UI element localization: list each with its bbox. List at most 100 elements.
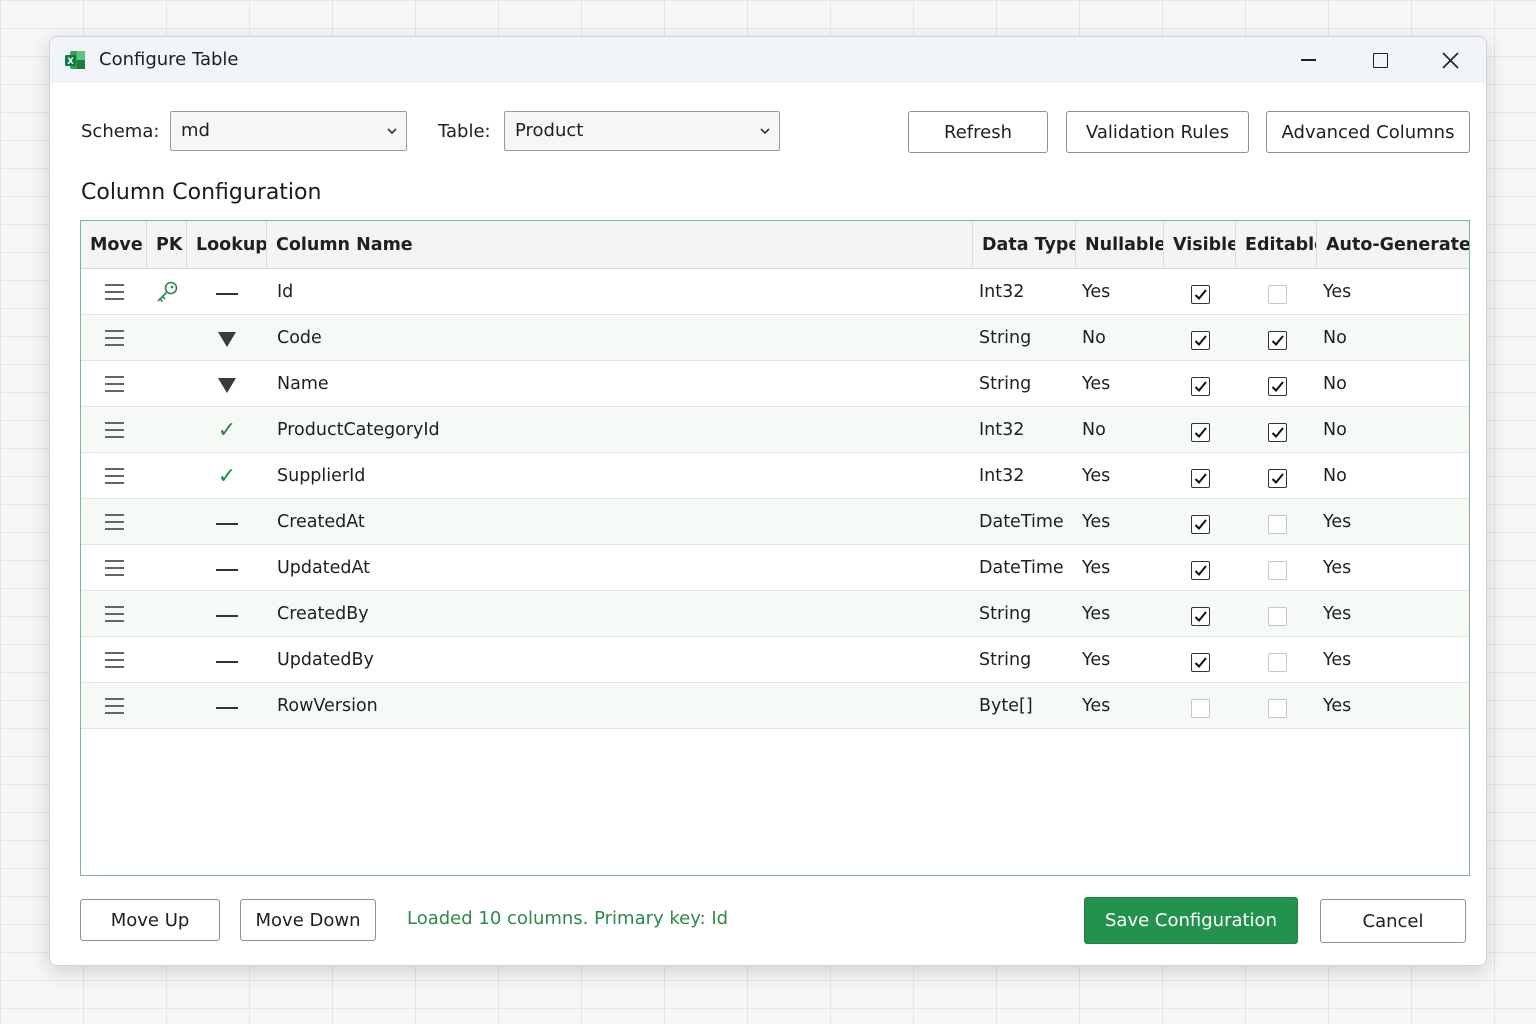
schema-select[interactable]: md xyxy=(170,111,407,151)
chevron-down-icon xyxy=(760,128,770,135)
table-row[interactable]: CreatedBy String Yes Yes xyxy=(81,591,1469,637)
editable-cell xyxy=(1236,269,1318,315)
table-row[interactable]: ✓ SupplierId Int32 Yes No xyxy=(81,453,1469,499)
lookup-cell[interactable] xyxy=(187,499,267,545)
close-icon xyxy=(1441,51,1459,69)
maximize-button[interactable] xyxy=(1350,42,1410,78)
drag-handle[interactable] xyxy=(81,361,147,407)
drag-handle[interactable] xyxy=(81,315,147,361)
column-name-cell: Id xyxy=(277,282,294,302)
header-editable[interactable]: Editable xyxy=(1236,221,1317,269)
table-row[interactable]: ✓ ProductCategoryId Int32 No No xyxy=(81,407,1469,453)
table-select[interactable]: Product xyxy=(504,111,780,151)
checkmark-icon: ✓ xyxy=(217,463,237,489)
header-column-name[interactable]: Column Name xyxy=(267,221,973,269)
table-row[interactable]: CreatedAt DateTime Yes Yes xyxy=(81,499,1469,545)
editable-checkbox[interactable] xyxy=(1267,514,1287,534)
visible-checkbox[interactable] xyxy=(1190,698,1210,718)
lookup-cell[interactable] xyxy=(187,591,267,637)
pk-cell xyxy=(147,545,187,591)
drag-handle[interactable] xyxy=(81,637,147,683)
table-row[interactable]: Id Int32 Yes Yes xyxy=(81,269,1469,315)
drag-handle-icon xyxy=(104,606,124,622)
editable-checkbox[interactable] xyxy=(1267,560,1287,580)
visible-checkbox[interactable] xyxy=(1190,376,1210,396)
drag-handle[interactable] xyxy=(81,269,147,315)
editable-checkbox[interactable] xyxy=(1267,422,1287,442)
move-down-button[interactable]: Move Down xyxy=(240,899,376,941)
editable-cell xyxy=(1236,591,1318,637)
refresh-button[interactable]: Refresh xyxy=(908,111,1048,153)
minimize-button[interactable] xyxy=(1278,42,1338,78)
editable-checkbox[interactable] xyxy=(1267,376,1287,396)
table-row[interactable]: UpdatedAt DateTime Yes Yes xyxy=(81,545,1469,591)
lookup-cell[interactable] xyxy=(187,269,267,315)
table-row[interactable]: RowVersion Byte[] Yes Yes xyxy=(81,683,1469,729)
editable-checkbox[interactable] xyxy=(1267,330,1287,350)
editable-checkbox[interactable] xyxy=(1267,606,1287,626)
visible-checkbox[interactable] xyxy=(1190,606,1210,626)
visible-checkbox[interactable] xyxy=(1190,560,1210,580)
visible-cell xyxy=(1164,453,1236,499)
visible-cell xyxy=(1164,269,1236,315)
pk-cell xyxy=(147,683,187,729)
visible-checkbox[interactable] xyxy=(1190,422,1210,442)
lookup-cell[interactable]: ✓ xyxy=(187,453,267,499)
header-lookup[interactable]: Lookup xyxy=(187,221,267,269)
visible-checkbox[interactable] xyxy=(1190,468,1210,488)
move-up-button[interactable]: Move Up xyxy=(80,899,220,941)
visible-checkbox[interactable] xyxy=(1190,284,1210,304)
drag-handle[interactable] xyxy=(81,453,147,499)
drag-handle[interactable] xyxy=(81,591,147,637)
header-nullable[interactable]: Nullable xyxy=(1076,221,1164,269)
visible-cell xyxy=(1164,361,1236,407)
lookup-cell[interactable] xyxy=(187,315,267,361)
drag-handle-icon xyxy=(104,284,124,300)
visible-checkbox[interactable] xyxy=(1190,652,1210,672)
table-row[interactable]: UpdatedBy String Yes Yes xyxy=(81,637,1469,683)
section-title: Column Configuration xyxy=(81,180,322,205)
column-name-cell: UpdatedAt xyxy=(277,558,371,578)
editable-cell xyxy=(1236,453,1318,499)
header-move[interactable]: Move xyxy=(81,221,147,269)
header-visible[interactable]: Visible xyxy=(1164,221,1236,269)
data-type-cell: String xyxy=(979,604,1032,624)
dash-icon xyxy=(216,523,238,525)
advanced-columns-button[interactable]: Advanced Columns xyxy=(1266,111,1470,153)
column-name-cell: RowVersion xyxy=(277,696,378,716)
data-type-cell: DateTime xyxy=(979,558,1064,578)
editable-checkbox[interactable] xyxy=(1267,652,1287,672)
header-auto-generated[interactable]: Auto-Generated xyxy=(1317,221,1469,269)
lookup-cell[interactable] xyxy=(187,683,267,729)
header-pk[interactable]: PK xyxy=(147,221,187,269)
editable-checkbox[interactable] xyxy=(1267,698,1287,718)
visible-checkbox[interactable] xyxy=(1190,514,1210,534)
lookup-cell[interactable]: ✓ xyxy=(187,407,267,453)
visible-checkbox[interactable] xyxy=(1190,330,1210,350)
drag-handle[interactable] xyxy=(81,683,147,729)
table-row[interactable]: Code String No No xyxy=(81,315,1469,361)
column-name-cell: CreatedAt xyxy=(277,512,365,532)
table-row[interactable]: Name String Yes No xyxy=(81,361,1469,407)
editable-checkbox[interactable] xyxy=(1267,284,1287,304)
header-data-type[interactable]: Data Type xyxy=(973,221,1076,269)
cancel-button[interactable]: Cancel xyxy=(1320,899,1466,943)
lookup-cell[interactable] xyxy=(187,545,267,591)
validation-rules-button[interactable]: Validation Rules xyxy=(1066,111,1249,153)
status-message: Loaded 10 columns. Primary key: Id xyxy=(407,908,729,929)
lookup-cell[interactable] xyxy=(187,637,267,683)
pk-cell xyxy=(147,453,187,499)
close-button[interactable] xyxy=(1420,42,1480,78)
drag-handle[interactable] xyxy=(81,499,147,545)
drag-handle[interactable] xyxy=(81,407,147,453)
dash-icon xyxy=(216,615,238,617)
pk-cell xyxy=(147,499,187,545)
editable-checkbox[interactable] xyxy=(1267,468,1287,488)
visible-cell xyxy=(1164,637,1236,683)
lookup-cell[interactable] xyxy=(187,361,267,407)
drag-handle[interactable] xyxy=(81,545,147,591)
column-name-cell: Code xyxy=(277,328,322,348)
nullable-cell: Yes xyxy=(1082,650,1111,670)
save-configuration-button[interactable]: Save Configuration xyxy=(1084,897,1298,944)
table-label: Table: xyxy=(438,121,491,142)
